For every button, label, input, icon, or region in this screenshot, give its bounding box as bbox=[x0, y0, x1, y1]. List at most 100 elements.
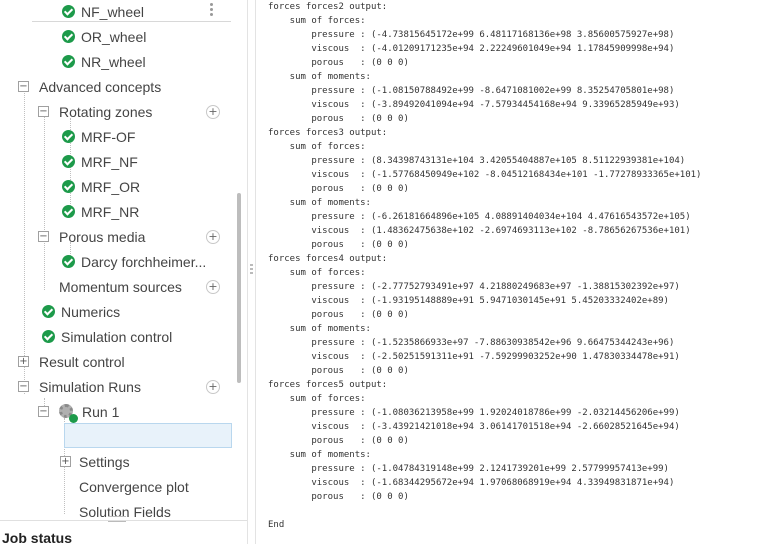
tree-item-label: Porous media bbox=[59, 229, 146, 245]
tree-item-nf-wheel[interactable]: NF_wheel bbox=[0, 0, 237, 24]
tree-item-label: Rotating zones bbox=[59, 104, 153, 120]
log-line: porous : (0 0 0) bbox=[268, 310, 409, 320]
check-circle-icon bbox=[62, 30, 75, 43]
collapse-box-icon[interactable]: − bbox=[18, 381, 29, 392]
tree-item-label: Numerics bbox=[61, 304, 121, 320]
tree-item-label: MRF-OF bbox=[81, 129, 136, 145]
tree-item-label: Settings bbox=[79, 454, 130, 470]
log-line: viscous : (-4.01209171235e+94 2.22249601… bbox=[268, 44, 675, 54]
tree-item-simulation-runs[interactable]: − Simulation Runs + bbox=[0, 375, 237, 399]
log-line: viscous : (-3.43921421018e+94 3.06141701… bbox=[268, 422, 680, 432]
log-line: sum of forces: bbox=[268, 268, 366, 278]
log-line: sum of forces: bbox=[268, 394, 366, 404]
tree-item-advanced-concepts[interactable]: − Advanced concepts bbox=[0, 75, 237, 99]
tree-item-rotating-zones[interactable]: − Rotating zones + bbox=[0, 100, 237, 124]
log-line: pressure : (-2.77752793491e+97 4.2188024… bbox=[268, 282, 680, 292]
solver-log-text: forces forces2 output: sum of forces: pr… bbox=[268, 0, 701, 544]
log-line: forces forces2 output: bbox=[268, 2, 388, 12]
project-tree-panel: NF_wheel OR_wheel NR_wheel − Advanced concep… bbox=[0, 0, 247, 544]
tree-item-label: Advanced concepts bbox=[39, 79, 162, 95]
log-line: porous : (0 0 0) bbox=[268, 114, 409, 124]
log-line: porous : (0 0 0) bbox=[268, 184, 409, 194]
tree-item-mrf-nf[interactable]: MRF_NF bbox=[0, 150, 237, 174]
log-line: viscous : (-1.93195148889e+91 5.94710301… bbox=[268, 296, 669, 306]
tree-item-numerics[interactable]: Numerics bbox=[0, 300, 237, 324]
tree-item-label: Convergence plot bbox=[79, 479, 189, 495]
log-line: viscous : (1.48362475638e+102 -2.6974693… bbox=[268, 226, 691, 236]
tree-item-label: Run 1 bbox=[82, 404, 120, 420]
check-circle-icon bbox=[62, 205, 75, 218]
log-line: pressure : (-1.08150788492e+99 -8.647108… bbox=[268, 86, 675, 96]
log-line: porous : (0 0 0) bbox=[268, 58, 409, 68]
log-line: viscous : (-1.68344295672e+94 1.97068068… bbox=[268, 478, 675, 488]
tree-item-settings[interactable]: + Settings bbox=[0, 450, 237, 474]
tree-item-porous-media[interactable]: − Porous media + bbox=[0, 225, 237, 249]
log-line: pressure : (-1.08036213958e+99 1.9202401… bbox=[268, 408, 680, 418]
tree-item-run-1[interactable]: − Run 1 bbox=[0, 400, 237, 424]
job-status-heading: Job status bbox=[2, 530, 73, 544]
splitter-grip-icon[interactable] bbox=[250, 264, 253, 276]
tree-item-label: MRF_NR bbox=[81, 204, 140, 220]
add-circle-icon[interactable]: + bbox=[206, 280, 220, 294]
log-line: pressure : (-1.5235866933e+97 -7.8863093… bbox=[268, 338, 675, 348]
log-line: pressure : (-4.73815645172e+99 6.4811716… bbox=[268, 30, 675, 40]
check-circle-icon bbox=[62, 255, 75, 268]
tree-item-label: OR_wheel bbox=[81, 29, 147, 45]
collapse-box-icon[interactable]: − bbox=[38, 406, 49, 417]
log-line: viscous : (-3.89492041094e+94 -7.5793445… bbox=[268, 100, 680, 110]
tree-item-or-wheel[interactable]: OR_wheel bbox=[0, 25, 237, 49]
log-line: porous : (0 0 0) bbox=[268, 240, 409, 250]
add-circle-icon[interactable]: + bbox=[206, 105, 220, 119]
check-circle-icon bbox=[62, 155, 75, 168]
add-circle-icon[interactable]: + bbox=[206, 380, 220, 394]
add-circle-icon[interactable]: + bbox=[206, 230, 220, 244]
tree-item-label: MRF_NF bbox=[81, 154, 138, 170]
check-circle-icon bbox=[42, 330, 55, 343]
tree-item-label: NF_wheel bbox=[81, 4, 145, 20]
log-line: sum of moments: bbox=[268, 324, 371, 334]
log-line: forces forces3 output: bbox=[268, 128, 388, 138]
log-line: pressure : (-1.04784319148e+99 2.1241739… bbox=[268, 464, 669, 474]
expand-box-icon[interactable]: + bbox=[18, 356, 29, 367]
log-line: sum of moments: bbox=[268, 72, 371, 82]
tree-item-darcy-forchheimer[interactable]: Darcy forchheimer... bbox=[0, 250, 237, 274]
check-circle-icon bbox=[62, 130, 75, 143]
log-line: sum of moments: bbox=[268, 450, 371, 460]
panel-splitter[interactable] bbox=[247, 0, 256, 544]
check-circle-icon bbox=[62, 180, 75, 193]
log-line: pressure : (-6.26181664896e+105 4.088914… bbox=[268, 212, 691, 222]
tree-item-label: MRF_OR bbox=[81, 179, 141, 195]
tree-item-momentum-sources[interactable]: Momentum sources + bbox=[0, 275, 237, 299]
collapse-box-icon[interactable]: − bbox=[38, 106, 49, 117]
tree-item-mrf-nr[interactable]: MRF_NR bbox=[0, 200, 237, 224]
solver-log-panel: forces forces2 output: sum of forces: pr… bbox=[256, 0, 764, 544]
tree-item-mrf-of[interactable]: MRF-OF bbox=[0, 125, 237, 149]
tree-item-simulation-control[interactable]: Simulation control bbox=[0, 325, 237, 349]
tree-item-result-control[interactable]: + Result control bbox=[0, 350, 237, 374]
tree-item-label: Darcy forchheimer... bbox=[81, 254, 207, 270]
collapse-box-icon[interactable]: − bbox=[18, 81, 29, 92]
tree-scrollbar[interactable] bbox=[237, 193, 241, 383]
tree-item-label: Simulation control bbox=[61, 329, 173, 345]
tree-item-label: Result control bbox=[39, 354, 125, 370]
tree-item-mrf-or[interactable]: MRF_OR bbox=[0, 175, 237, 199]
check-circle-icon bbox=[62, 55, 75, 68]
tree-item-convergence-plot[interactable]: Convergence plot bbox=[0, 475, 237, 499]
panel-resize-handle[interactable] bbox=[108, 516, 126, 522]
log-line: sum of forces: bbox=[268, 16, 366, 26]
log-line: viscous : (-1.57768450949e+102 -8.045121… bbox=[268, 170, 702, 180]
log-line: pressure : (8.34398743131e+104 3.4205540… bbox=[268, 156, 686, 166]
check-circle-icon bbox=[69, 414, 78, 423]
log-line: sum of moments: bbox=[268, 198, 371, 208]
check-circle-icon bbox=[62, 5, 75, 18]
tree-item-label: NR_wheel bbox=[81, 54, 146, 70]
log-line: porous : (0 0 0) bbox=[268, 366, 409, 376]
collapse-box-icon[interactable]: − bbox=[38, 231, 49, 242]
expand-box-icon[interactable]: + bbox=[60, 456, 71, 467]
log-line: forces forces5 output: bbox=[268, 380, 388, 390]
tree-item-nr-wheel[interactable]: NR_wheel bbox=[0, 50, 237, 74]
log-line: viscous : (-2.50251591311e+91 -7.5929990… bbox=[268, 352, 680, 362]
log-line: forces forces4 output: bbox=[268, 254, 388, 264]
